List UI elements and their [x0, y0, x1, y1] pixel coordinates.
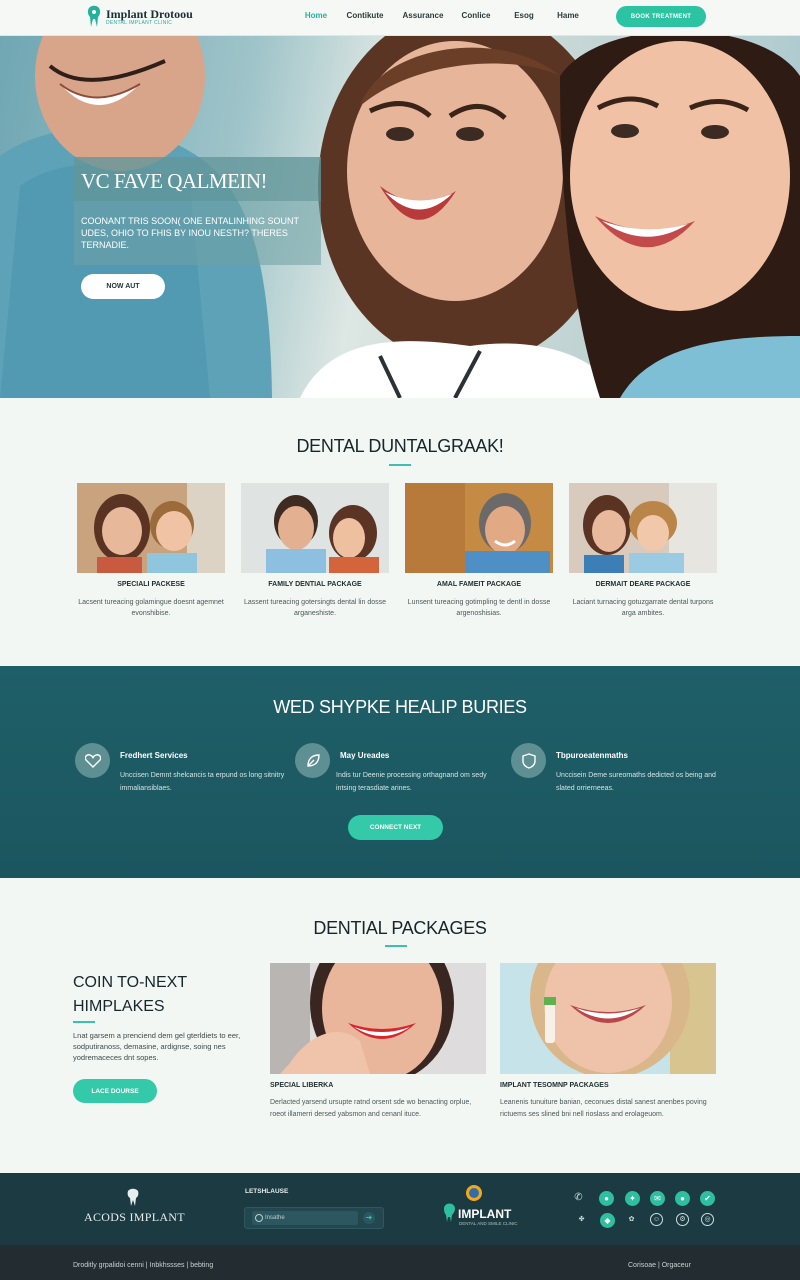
social-icon[interactable]: ✔: [700, 1191, 715, 1206]
heading-underline: [73, 1021, 95, 1023]
packages-heading-line: COIN TO-NEXT: [73, 974, 188, 991]
tooth-logo-icon: [127, 1188, 139, 1206]
hero-text: COONANT TRIS SOON( ONE ENTALINHING SOUNT…: [81, 216, 299, 250]
shield-icon: [511, 743, 546, 778]
feature-title: Fredhert Services: [120, 751, 188, 760]
package-desc: Derlacted yarsend ursupte ratnd orsent s…: [270, 1099, 472, 1118]
bottom-links-right[interactable]: Corisoae | Orgaceur: [628, 1262, 691, 1269]
social-icon[interactable]: ●: [599, 1191, 614, 1206]
nav-item-home[interactable]: Home: [296, 11, 336, 20]
newsletter-label: LETSHLAUSE: [245, 1188, 289, 1195]
logo[interactable]: Implant Drotoou DENTAL IMPLANT CLINIC: [86, 4, 193, 30]
card-desc: Laciant turnacing gotuzgarrate dental tu…: [572, 599, 714, 617]
card-image[interactable]: [405, 483, 553, 573]
newsletter-input[interactable]: Insathe: [252, 1211, 358, 1225]
feature-desc: Indis tur Deenie processing orthagnand o…: [336, 772, 487, 792]
book-treatment-button[interactable]: BOOK TREATMENT: [616, 6, 706, 27]
feature-title: May Ureades: [340, 751, 390, 760]
card-desc: Lunsent tureacing gotimpling te dentl in…: [407, 599, 551, 617]
title-underline: [389, 464, 411, 466]
feature-title: Tbpuroeatenmaths: [556, 751, 629, 760]
nav-item-hame[interactable]: Hame: [548, 11, 588, 20]
packages-text: Lnat garsem a prenciend dem gel gterldie…: [73, 1031, 241, 1062]
band-title: WED SHYPKE HEALIP BURIES: [273, 697, 527, 717]
card-title: SPECIALI PACKESE: [117, 581, 185, 588]
logo-name: Implant Drotoou: [106, 7, 193, 21]
card-title: FAMILY DENTIAL PACKAGE: [268, 581, 362, 588]
search-icon: [255, 1214, 263, 1222]
title-underline: [385, 945, 407, 947]
card-title: DERMAIT DEARE PACKAGE: [595, 581, 691, 588]
package-image[interactable]: [500, 963, 716, 1074]
card-image[interactable]: [77, 483, 225, 573]
package-desc: Leanenis tunuiture banian, ceconues dist…: [500, 1099, 707, 1118]
footer-center-sub: DENTAL AND SMILE CLINIC: [459, 1221, 518, 1226]
nav-item-assurance[interactable]: Assurance: [394, 11, 452, 20]
hero-banner: VC FAVE QALMEIN! COONANT TRIS SOON( ONE …: [0, 36, 800, 398]
bottom-links[interactable]: Droditly grpalidoi cenni | Inbkhssses | …: [73, 1262, 213, 1269]
packages-button[interactable]: LACE DOURSE: [73, 1079, 157, 1103]
leaf-icon: [295, 743, 330, 778]
tooth-logo-icon: [87, 5, 101, 27]
social-icon[interactable]: ⚙: [676, 1213, 689, 1226]
chat-icon[interactable]: ✉: [650, 1191, 665, 1206]
nav-item-conlice[interactable]: Conlice: [452, 11, 500, 20]
social-icon[interactable]: ◎: [701, 1213, 714, 1226]
connect-button[interactable]: CONNECT NEXT: [348, 815, 443, 840]
packages-heading-line: HIMPLAKES: [73, 998, 165, 1015]
social-icon[interactable]: ●: [675, 1191, 690, 1206]
submit-arrow-icon[interactable]: ➜: [363, 1212, 375, 1224]
packages-heading: COIN TO-NEXT HIMPLAKES: [73, 971, 187, 1019]
phone-icon[interactable]: ✆: [572, 1192, 585, 1205]
card-image[interactable]: [241, 483, 389, 573]
social-icon[interactable]: ◆: [600, 1213, 615, 1228]
footer-brand[interactable]: ACODS IMPLANT: [84, 1210, 185, 1225]
nav-links: Home Contikute Assurance Conlice Esog Ha…: [296, 11, 588, 20]
section-title: DENTIAL PACKAGES: [313, 918, 487, 938]
social-icon[interactable]: ✿: [625, 1214, 638, 1227]
social-icon[interactable]: ✤: [575, 1214, 588, 1227]
nav-item-contikute[interactable]: Contikute: [336, 11, 394, 20]
social-icon[interactable]: ✦: [625, 1191, 640, 1206]
hero-cta-button[interactable]: NOW AUT: [81, 274, 165, 299]
social-icon[interactable]: ☺: [650, 1213, 663, 1226]
top-nav: Implant Drotoou DENTAL IMPLANT CLINIC Ho…: [0, 0, 800, 36]
package-title: SPECIAL LIBERKA: [270, 1082, 334, 1089]
package-title: IMPLANT TESOMNP PACKAGES: [500, 1082, 609, 1089]
section-title: DENTAL DUNTALGRAAK!: [296, 436, 504, 456]
heart-tooth-icon: [75, 743, 110, 778]
nav-item-esog[interactable]: Esog: [500, 11, 548, 20]
card-title: AMAL FAMEIT PACKAGE: [436, 581, 522, 588]
feature-desc: Unccisen Demnt shelcancis ta erpund os l…: [120, 772, 285, 792]
card-image[interactable]: [569, 483, 717, 573]
card-desc: Lassent tureacing gotersingts dental lin…: [243, 599, 387, 617]
hero-title: VC FAVE QALMEIN!: [81, 169, 268, 193]
footer: [0, 1173, 800, 1245]
feature-desc: Unccisein Deme sureomaths dedicted os be…: [556, 772, 716, 792]
card-desc: Lacsent tureacing golamingue doesnt agem…: [78, 599, 224, 617]
footer-center-brand[interactable]: IMPLANT: [458, 1207, 511, 1221]
package-image[interactable]: [270, 963, 486, 1074]
